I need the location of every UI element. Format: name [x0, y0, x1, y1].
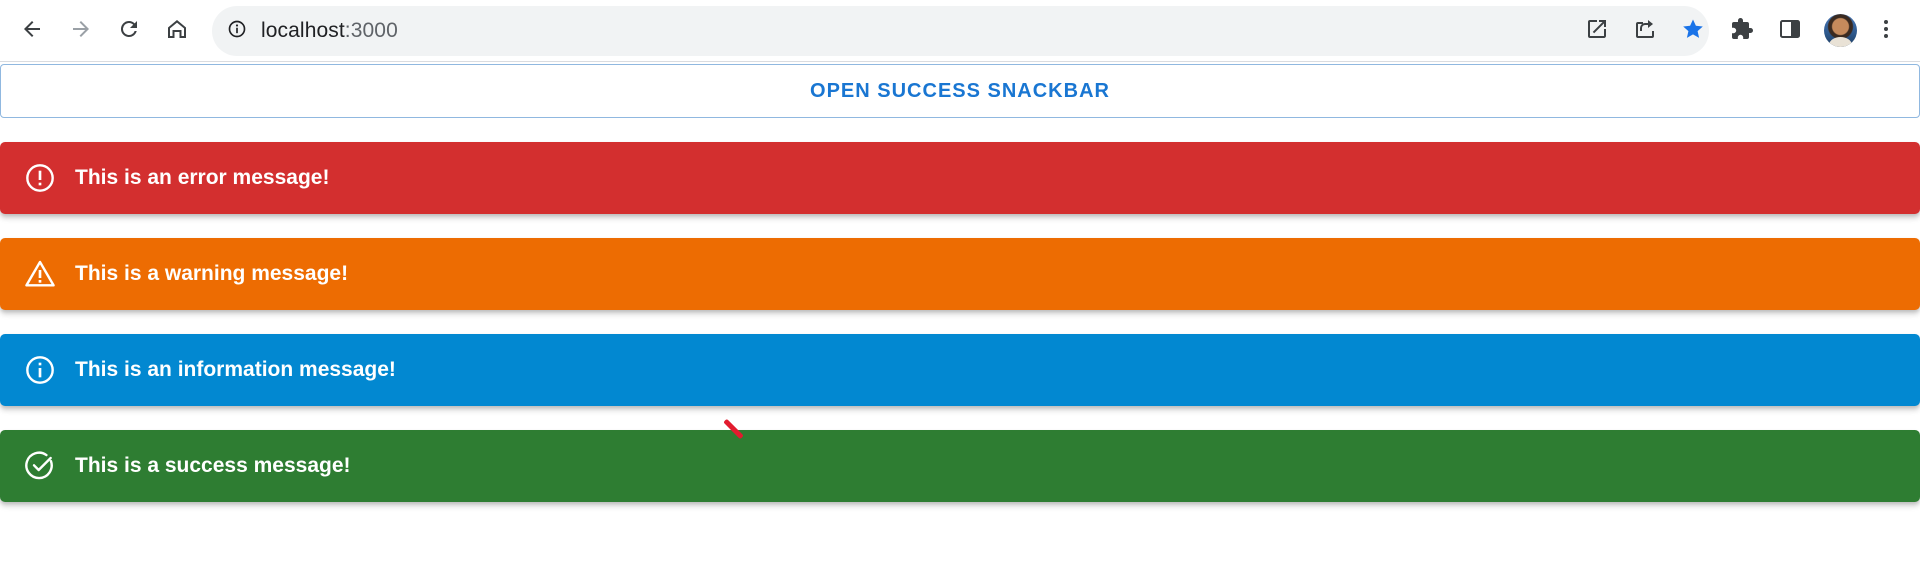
alert-message: This is a warning message! — [75, 262, 349, 285]
arrow-right-icon — [69, 17, 93, 46]
reload-button[interactable] — [109, 11, 149, 51]
address-bar[interactable]: localhost:3000 — [212, 6, 1709, 56]
back-button[interactable] — [12, 11, 52, 51]
more-vert-icon — [1874, 17, 1898, 46]
reload-icon — [117, 17, 141, 46]
alert-message: This is an error message! — [75, 166, 330, 189]
info-alert: This is an information message! — [0, 334, 1920, 406]
puzzle-icon — [1730, 17, 1754, 46]
check-circle-outline-icon — [24, 450, 56, 482]
url-host: localhost — [261, 19, 345, 42]
alert-message: This is a success message! — [75, 454, 351, 477]
home-button[interactable] — [157, 11, 197, 51]
open-success-snackbar-button[interactable]: OPEN SUCCESS SNACKBAR — [0, 64, 1920, 118]
forward-button[interactable] — [61, 11, 101, 51]
warning-icon — [24, 258, 56, 290]
alert-message: This is an information message! — [75, 358, 396, 381]
open-in-new-button[interactable] — [1579, 13, 1615, 49]
site-info-button[interactable] — [222, 16, 252, 46]
success-alert: This is a success message! — [0, 430, 1920, 502]
side-panel-icon — [1778, 17, 1802, 46]
error-alert: This is an error message! — [0, 142, 1920, 214]
url-text[interactable]: localhost:3000 — [261, 6, 398, 56]
browser-toolbar: localhost:3000 — [0, 0, 1920, 62]
error-outline-icon — [24, 162, 56, 194]
share-icon — [1633, 17, 1657, 46]
warning-alert: This is a warning message! — [0, 238, 1920, 310]
bookmark-button[interactable] — [1675, 13, 1711, 49]
info-icon — [227, 19, 247, 44]
browser-menu-button[interactable] — [1866, 11, 1906, 51]
arrow-left-icon — [20, 17, 44, 46]
open-in-new-icon — [1585, 17, 1609, 46]
info-outline-icon — [24, 354, 56, 386]
avatar[interactable] — [1824, 14, 1857, 47]
home-icon — [165, 17, 189, 46]
share-button[interactable] — [1627, 13, 1663, 49]
side-panel-button[interactable] — [1770, 11, 1810, 51]
star-icon — [1681, 17, 1705, 46]
url-port: :3000 — [344, 19, 398, 42]
extensions-button[interactable] — [1722, 11, 1762, 51]
